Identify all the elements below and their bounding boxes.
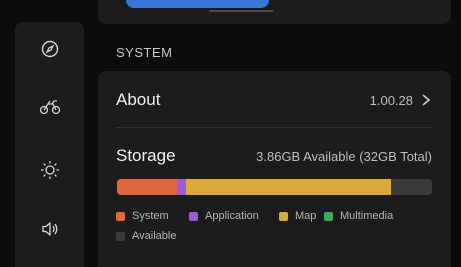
legend-item-application: Application [189, 210, 259, 222]
brightness-icon[interactable] [15, 155, 84, 185]
row-divider [116, 127, 432, 128]
compass-icon[interactable] [15, 34, 84, 64]
storage-segment-available [391, 179, 432, 195]
chevron-right-icon[interactable] [420, 93, 432, 107]
available-swatch [116, 231, 125, 241]
system-swatch [116, 211, 125, 221]
map-swatch [279, 211, 288, 221]
settings-nav-rail [15, 22, 84, 267]
storage-row-label: Storage [116, 146, 176, 165]
storage-summary-value: 3.86GB Available (32GB Total) [256, 149, 432, 164]
storage-segment-map [186, 179, 392, 195]
about-version-value: 1.00.28 [369, 93, 413, 108]
about-row-label[interactable]: About [116, 90, 160, 110]
motorcycle-icon[interactable] [15, 92, 84, 122]
legend-item-multimedia: Multimedia [324, 210, 393, 222]
legend-item-system: System [116, 210, 169, 222]
storage-usage-bar [117, 179, 432, 195]
legend-label-map: Map [295, 210, 317, 222]
legend-label-multimedia: Multimedia [340, 210, 394, 222]
multimedia-swatch [324, 211, 333, 221]
system-card: About 1.00.28 Storage 3.86GB Available (… [98, 71, 451, 267]
storage-segment-system [117, 179, 177, 195]
legend-label-available: Available [132, 230, 177, 242]
legend-label-system: System [132, 210, 169, 222]
legend-label-application: Application [205, 210, 259, 222]
scroll-indicator [209, 10, 273, 12]
legend-item-map: Map [279, 210, 316, 222]
volume-icon[interactable] [15, 214, 84, 244]
storage-segment-application [176, 179, 187, 195]
section-title: SYSTEM [116, 45, 173, 60]
previous-section-card [98, 0, 451, 24]
selected-option-pill[interactable] [126, 0, 269, 8]
legend-item-available: Available [116, 230, 176, 242]
application-swatch [189, 211, 198, 221]
